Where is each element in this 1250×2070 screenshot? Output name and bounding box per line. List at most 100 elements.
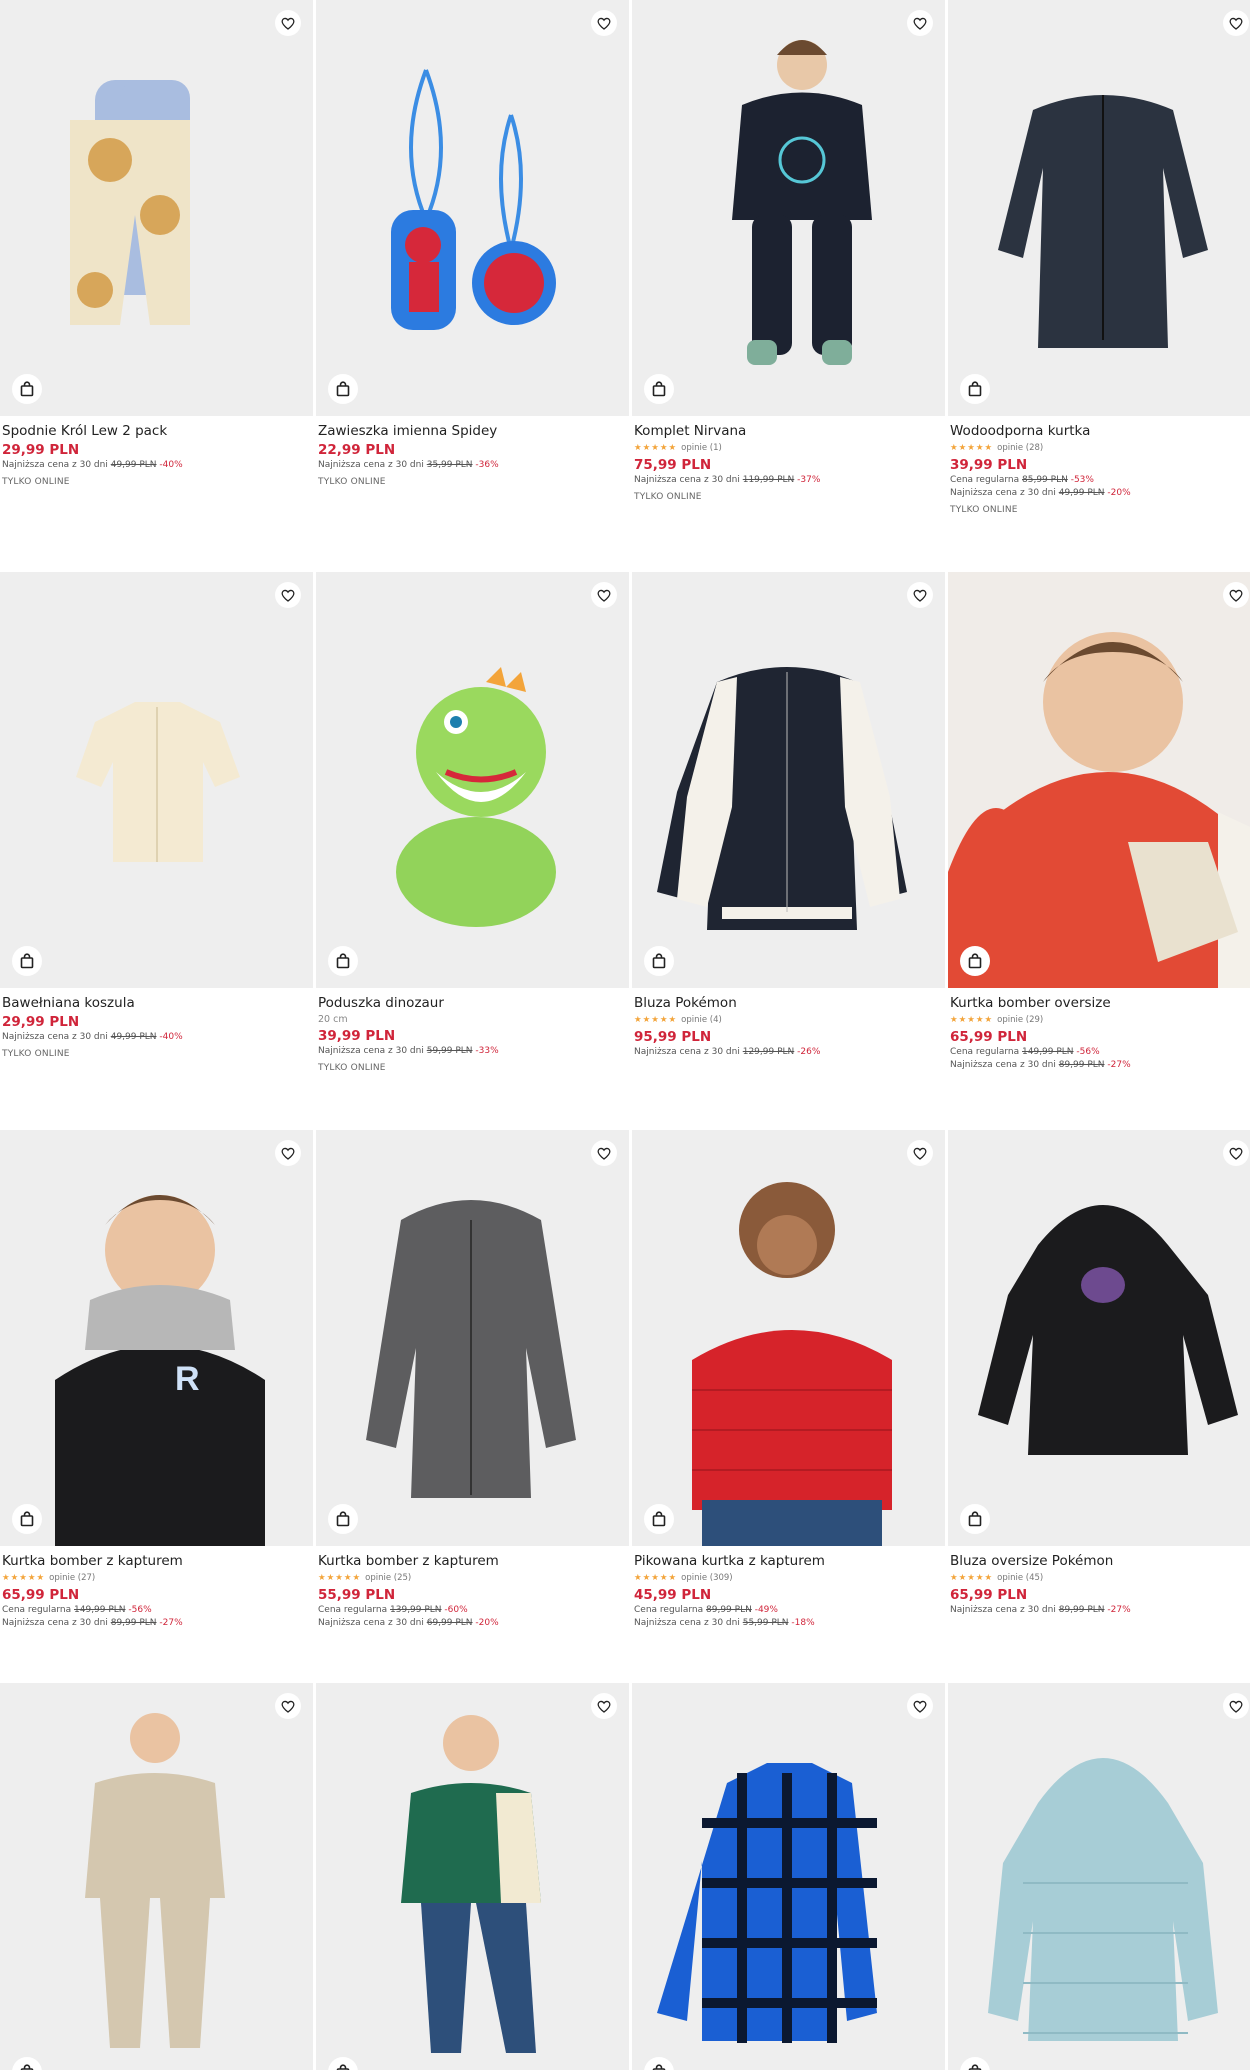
add-to-cart-button[interactable] xyxy=(328,946,358,976)
product-card[interactable]: Kurtka bomber z kapturem ★ ★ ★ ★ ★ opinie (25)… xyxy=(316,1130,629,1630)
product-card[interactable]: Spodnie Król Lew 2 pack 29,99 PLN Najniższ… xyxy=(0,0,313,489)
product-rating[interactable]: ★ ★ ★ ★ ★ opinie (45) xyxy=(950,1571,1250,1585)
add-to-favorites-button[interactable] xyxy=(275,1693,301,1719)
add-to-favorites-button[interactable] xyxy=(275,582,301,608)
add-to-favorites-button[interactable] xyxy=(1223,10,1249,36)
add-to-favorites-button[interactable] xyxy=(591,1693,617,1719)
product-name[interactable]: Spodnie Król Lew 2 pack xyxy=(2,422,311,440)
product-name[interactable]: Kurtka bomber z kapturem xyxy=(2,1552,311,1570)
star-icon: ★ xyxy=(326,1573,335,1583)
product-name[interactable]: Poduszka dinozaur xyxy=(318,994,627,1012)
product-image[interactable] xyxy=(316,0,629,416)
product-name[interactable]: Kurtka bomber z kapturem xyxy=(318,1552,627,1570)
product-rating[interactable]: ★ ★ ★ ★ ★ opinie (4) xyxy=(634,1013,943,1027)
product-photo xyxy=(978,1205,1238,1455)
product-card[interactable]: Kurtka bomber oversize ★ ★ ★ ★ ★ opinie (29) 65… xyxy=(948,572,1250,1072)
star-icon: ★ xyxy=(318,1573,326,1583)
product-card[interactable] xyxy=(316,1683,629,2070)
rating-count: opinie (4) xyxy=(681,1015,722,1025)
add-to-cart-button[interactable] xyxy=(960,946,990,976)
star-icon: ★ xyxy=(642,1573,651,1583)
product-image[interactable] xyxy=(316,1683,629,2070)
product-name[interactable]: Komplet Nirvana xyxy=(634,422,943,440)
old-price: 89,99 PLN xyxy=(706,1605,752,1615)
product-card[interactable]: Bluza oversize Pokémon ★ ★ ★ ★ ★ opinie (45) 65… xyxy=(948,1130,1250,1617)
product-name[interactable]: Bluza oversize Pokémon xyxy=(950,1552,1250,1570)
product-card[interactable]: Poduszka dinozaur 20 cm 39,99 PLN Najniższa… xyxy=(316,572,629,1075)
add-to-cart-button[interactable] xyxy=(960,374,990,404)
add-to-cart-button[interactable] xyxy=(644,1504,674,1534)
product-image[interactable] xyxy=(948,1683,1250,2070)
product-name[interactable]: Pikowana kurtka z kapturem xyxy=(634,1552,943,1570)
product-card[interactable]: Wodoodporna kurtka ★ ★ ★ ★ ★ opinie (28) 39,99 … xyxy=(948,0,1250,517)
product-card[interactable] xyxy=(948,1683,1250,2070)
add-to-cart-button[interactable] xyxy=(960,1504,990,1534)
rating-count: opinie (27) xyxy=(49,1573,96,1583)
old-price: 149,99 PLN xyxy=(74,1605,126,1615)
product-rating[interactable]: ★ ★ ★ ★ ★ opinie (309) xyxy=(634,1571,943,1585)
product-card[interactable]: Zawieszka imienna Spidey 22,99 PLN Najniżs… xyxy=(316,0,629,489)
add-to-favorites-button[interactable] xyxy=(907,1140,933,1166)
product-image[interactable] xyxy=(948,0,1250,416)
product-name[interactable]: Bawełniana koszula xyxy=(2,994,311,1012)
add-to-favorites-button[interactable] xyxy=(1223,1140,1249,1166)
product-image[interactable] xyxy=(316,572,629,988)
product-image[interactable] xyxy=(948,572,1250,988)
product-rating[interactable]: ★ ★ ★ ★ ★ opinie (27) xyxy=(2,1571,311,1585)
product-price: 65,99 PLN xyxy=(2,1587,80,1603)
add-to-cart-button[interactable] xyxy=(12,1504,42,1534)
discount-percent: -20% xyxy=(475,1618,499,1628)
add-to-favorites-button[interactable] xyxy=(1223,1693,1249,1719)
add-to-favorites-button[interactable] xyxy=(591,10,617,36)
rating-stars: ★ ★ ★ ★ ★ xyxy=(950,443,992,453)
add-to-favorites-button[interactable] xyxy=(907,582,933,608)
add-to-favorites-button[interactable] xyxy=(275,10,301,36)
product-image[interactable] xyxy=(632,1130,945,1546)
heart-icon xyxy=(597,17,611,30)
old-price: 49,99 PLN xyxy=(110,1032,157,1042)
add-to-favorites-button[interactable] xyxy=(591,1140,617,1166)
add-to-favorites-button[interactable] xyxy=(275,1140,301,1166)
product-card[interactable] xyxy=(632,1683,945,2070)
product-rating[interactable]: ★ ★ ★ ★ ★ opinie (25) xyxy=(318,1571,627,1585)
add-to-favorites-button[interactable] xyxy=(1223,582,1249,608)
product-image[interactable] xyxy=(632,0,945,416)
add-to-cart-button[interactable] xyxy=(644,374,674,404)
product-rating[interactable]: ★ ★ ★ ★ ★ opinie (29) xyxy=(950,1013,1250,1027)
star-icon: ★ xyxy=(642,1015,651,1025)
product-card[interactable]: R Kurtka bomber z kapturem ★ ★ ★ ★ ★ opinie (2… xyxy=(0,1130,313,1630)
star-icon: ★ xyxy=(975,1015,984,1025)
product-rating[interactable]: ★ ★ ★ ★ ★ opinie (1) xyxy=(634,441,943,455)
add-to-cart-button[interactable] xyxy=(12,946,42,976)
discount-percent: -60% xyxy=(444,1605,468,1615)
price-label: Cena regularna xyxy=(2,1605,72,1615)
add-to-cart-button[interactable] xyxy=(328,1504,358,1534)
product-card[interactable]: Bawełniana koszula 29,99 PLN Najniższa cen… xyxy=(0,572,313,1061)
product-name[interactable]: Kurtka bomber oversize xyxy=(950,994,1250,1012)
product-image[interactable] xyxy=(0,1683,313,2070)
old-price: 49,99 PLN xyxy=(110,460,157,470)
product-image[interactable] xyxy=(632,572,945,988)
add-to-cart-button[interactable] xyxy=(328,374,358,404)
product-image[interactable] xyxy=(0,572,313,988)
product-image[interactable]: R xyxy=(0,1130,313,1546)
product-name[interactable]: Wodoodporna kurtka xyxy=(950,422,1250,440)
product-image[interactable] xyxy=(316,1130,629,1546)
product-card[interactable] xyxy=(0,1683,313,2070)
product-image[interactable] xyxy=(0,0,313,416)
add-to-cart-button[interactable] xyxy=(12,374,42,404)
add-to-favorites-button[interactable] xyxy=(591,582,617,608)
product-card[interactable]: Bluza Pokémon ★ ★ ★ ★ ★ opinie (4) 95,99 PLN Naj… xyxy=(632,572,945,1059)
add-to-favorites-button[interactable] xyxy=(907,10,933,36)
online-only-badge: TYLKO ONLINE xyxy=(318,1063,386,1073)
product-rating[interactable]: ★ ★ ★ ★ ★ opinie (28) xyxy=(950,441,1250,455)
rating-count: opinie (29) xyxy=(997,1015,1044,1025)
product-name[interactable]: Zawieszka imienna Spidey xyxy=(318,422,627,440)
add-to-favorites-button[interactable] xyxy=(907,1693,933,1719)
product-name[interactable]: Bluza Pokémon xyxy=(634,994,943,1012)
product-card[interactable]: Pikowana kurtka z kapturem ★ ★ ★ ★ ★ opinie (3… xyxy=(632,1130,945,1630)
product-card[interactable]: Komplet Nirvana ★ ★ ★ ★ ★ opinie (1) 75,99 PLN N… xyxy=(632,0,945,504)
product-image[interactable] xyxy=(948,1130,1250,1546)
add-to-cart-button[interactable] xyxy=(644,946,674,976)
product-image[interactable] xyxy=(632,1683,945,2070)
